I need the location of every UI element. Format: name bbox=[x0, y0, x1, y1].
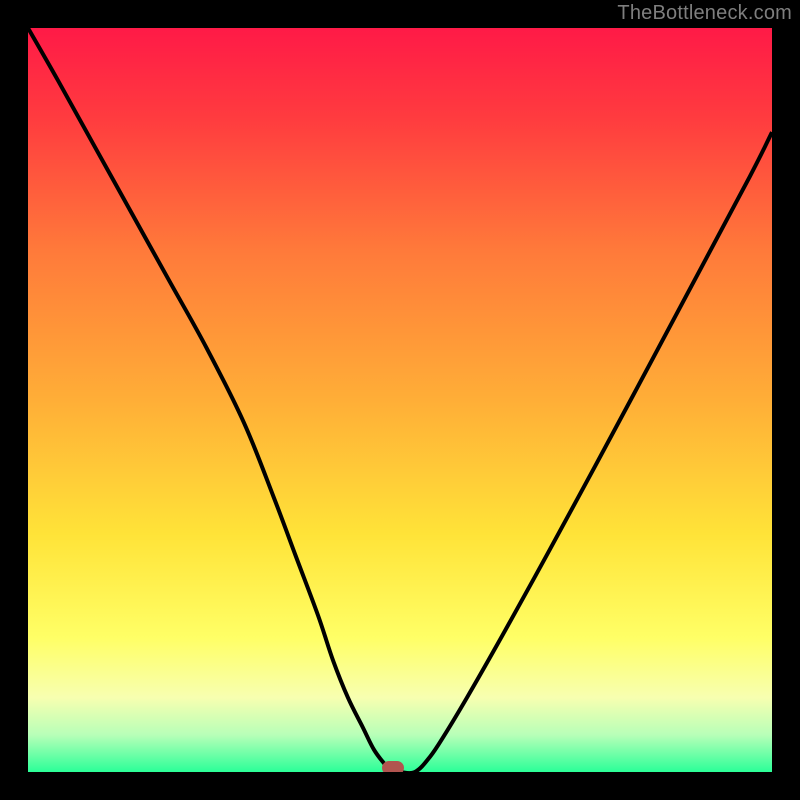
bottleneck-curve bbox=[28, 28, 772, 772]
curve-path bbox=[28, 28, 772, 772]
chart-frame: TheBottleneck.com bbox=[0, 0, 800, 800]
watermark-text: TheBottleneck.com bbox=[617, 2, 792, 25]
bottleneck-marker bbox=[382, 761, 404, 772]
plot-area bbox=[28, 28, 772, 772]
